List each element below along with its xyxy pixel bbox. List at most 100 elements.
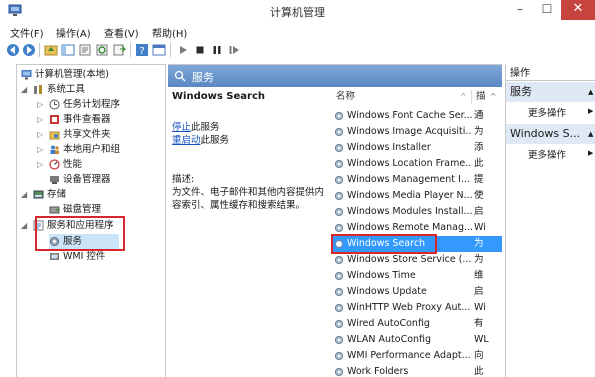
restart-service-icon[interactable] (227, 43, 241, 57)
restart-service-link[interactable]: 重启动 (172, 135, 201, 146)
service-row[interactable]: Windows Image Acquisiti... 为 (332, 124, 502, 140)
service-row[interactable]: Windows Time 维 (332, 268, 502, 284)
service-name: Windows Image Acquisiti... (347, 126, 472, 137)
expanded-arrow-icon[interactable]: ◢ (21, 82, 29, 97)
description-label: 描述: (172, 174, 195, 185)
search-icon (174, 70, 186, 82)
menu-file[interactable]: 文件(F) (10, 25, 44, 40)
service-row[interactable]: Windows Modules Install... 启 (332, 204, 502, 220)
service-name: Wired AutoConfig (347, 318, 430, 329)
restart-service-line: 重启动此服务 (172, 132, 229, 146)
collapsed-arrow-icon[interactable]: ▷ (37, 157, 45, 172)
users-icon (50, 145, 59, 154)
show-hide-tree-icon[interactable] (61, 43, 75, 57)
service-description: 为 (474, 254, 484, 265)
tree-label: 任务计划程序 (63, 99, 121, 110)
maximize-button[interactable]: ☐ (534, 0, 560, 20)
export-list-icon[interactable] (112, 43, 126, 57)
service-name: Windows Management I... (347, 174, 470, 185)
column-header-description[interactable]: 描 (476, 87, 486, 107)
service-gear-icon (334, 207, 344, 217)
refresh-icon[interactable] (95, 43, 109, 57)
service-gear-icon (334, 255, 344, 265)
minimize-button[interactable]: – (507, 0, 533, 20)
svg-text:?: ? (139, 46, 144, 57)
menu-action[interactable]: 操作(A) (56, 25, 91, 40)
actions-pane: 操作 服务 ▲ 更多操作 ▶ Windows S... ▲ 更多操作 ▶ (505, 64, 595, 377)
services-header-title: 服务 (192, 71, 214, 84)
service-row[interactable]: Windows Font Cache Ser... 通 (332, 108, 502, 124)
service-row[interactable]: WinHTTP Web Proxy Aut... Wi (332, 300, 502, 316)
back-icon[interactable] (6, 43, 20, 57)
service-gear-icon (334, 191, 344, 201)
navigation-tree: 计算机管理(本地) ◢ 系统工具 ▷ 任务计划程序 ▷ 事件查看器 ▷ 共享文件… (16, 64, 166, 377)
pause-service-icon[interactable] (210, 43, 224, 57)
service-gear-icon (334, 175, 344, 185)
service-row[interactable]: Windows Location Frame... 此 (332, 156, 502, 172)
annotation-highlight-box (35, 216, 125, 251)
services-pane: 服务 Windows Search 停止此服务 重启动此服务 描述: 为文件、电… (168, 64, 502, 377)
collapsed-arrow-icon[interactable]: ▷ (37, 97, 45, 112)
actions-section-label: 服务 (510, 85, 532, 98)
service-description: 提 (474, 174, 484, 185)
tree-label: 计算机管理(本地) (35, 69, 109, 80)
service-description: 为 (474, 238, 484, 249)
title-bar: 计算机管理 – ☐ ✕ (0, 0, 595, 22)
device-manager-icon (50, 176, 59, 184)
service-row[interactable]: Windows Media Player N... 使 (332, 188, 502, 204)
service-row[interactable]: Windows Store Service (... 为 (332, 252, 502, 268)
tree-label: 磁盘管理 (63, 204, 102, 215)
stop-service-icon[interactable] (193, 43, 207, 57)
view-icon[interactable] (152, 43, 166, 57)
menu-view[interactable]: 查看(V) (104, 25, 139, 40)
actions-section-selected-service[interactable]: Windows S... ▲ (506, 124, 595, 144)
more-actions-2[interactable]: 更多操作 (528, 147, 566, 161)
submenu-arrow-icon: ▶ (588, 149, 594, 157)
service-name: Windows Media Player N... (347, 190, 472, 201)
expanded-arrow-icon[interactable]: ◢ (21, 187, 29, 202)
service-row[interactable]: Windows Installer 添 (332, 140, 502, 156)
stop-service-line: 停止此服务 (172, 119, 220, 133)
close-button[interactable]: ✕ (561, 0, 595, 20)
help-icon[interactable]: ? (135, 43, 149, 57)
tree-label: 性能 (63, 159, 83, 170)
properties-icon[interactable] (78, 43, 92, 57)
service-description: 使 (474, 190, 484, 201)
actions-section-services[interactable]: 服务 ▲ (506, 82, 595, 102)
more-actions-1[interactable]: 更多操作 (528, 105, 566, 119)
collapsed-arrow-icon[interactable]: ▷ (37, 142, 45, 157)
service-name: WMI Performance Adapt... (347, 350, 471, 361)
tree-label: 系统工具 (47, 84, 86, 95)
tree-label: 本地用户和组 (63, 144, 121, 155)
menu-help[interactable]: 帮助(H) (152, 25, 187, 40)
service-name: Windows Installer (347, 142, 431, 153)
collapse-up-icon[interactable]: ▲ (588, 82, 593, 102)
service-gear-icon (334, 335, 344, 345)
collapsed-arrow-icon[interactable]: ▷ (37, 127, 45, 142)
start-service-icon[interactable] (176, 43, 190, 57)
toolbar: ? (0, 40, 595, 60)
service-name: Windows Update (347, 286, 427, 297)
service-gear-icon (334, 303, 344, 313)
services-header: 服务 (168, 65, 502, 87)
service-name: WinHTTP Web Proxy Aut... (347, 302, 471, 313)
service-row[interactable]: Windows Management I... 提 (332, 172, 502, 188)
service-row[interactable]: Windows Update 启 (332, 284, 502, 300)
window-title: 计算机管理 (270, 6, 325, 19)
menu-bar: 文件(F) 操作(A) 查看(V) 帮助(H) (0, 22, 595, 40)
scroll-up-arrow-icon[interactable]: ^ (490, 87, 497, 107)
service-gear-icon (334, 351, 344, 361)
event-viewer-icon (50, 115, 59, 124)
service-row[interactable]: Work Folders 此 (332, 364, 502, 377)
service-name: Windows Font Cache Ser... (347, 110, 472, 121)
service-gear-icon (334, 127, 344, 137)
service-row[interactable]: WMI Performance Adapt... 向 (332, 348, 502, 364)
column-header-name[interactable]: 名称 (336, 87, 355, 107)
service-row[interactable]: Wired AutoConfig 有 (332, 316, 502, 332)
collapse-up-icon[interactable]: ▲ (588, 124, 593, 144)
forward-icon[interactable] (22, 43, 36, 57)
service-row[interactable]: WLAN AutoConfig WL (332, 332, 502, 348)
expanded-arrow-icon[interactable]: ◢ (21, 218, 29, 233)
collapsed-arrow-icon[interactable]: ▷ (37, 112, 45, 127)
up-folder-icon[interactable] (44, 43, 58, 57)
